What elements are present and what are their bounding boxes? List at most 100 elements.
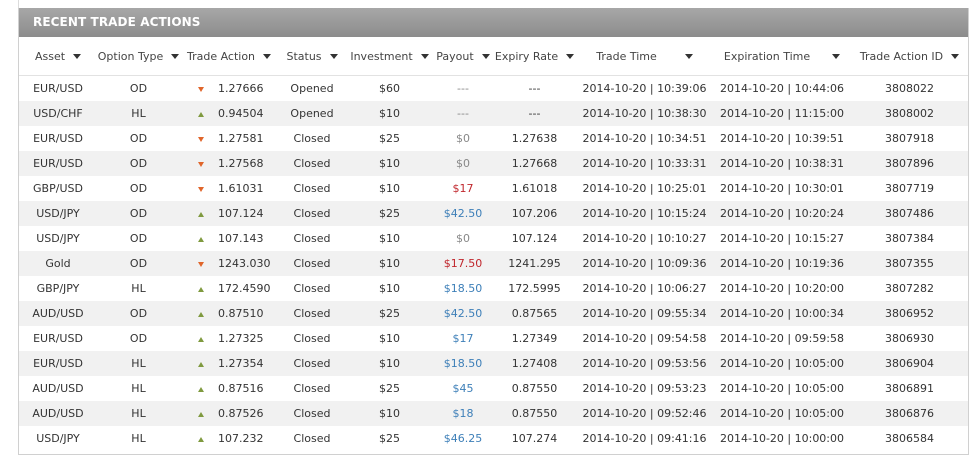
- asset-cell: EUR/USD: [19, 351, 97, 376]
- trade-time-cell: 2014-10-20 | 09:54:58: [576, 326, 713, 351]
- column-header-payout[interactable]: Payout: [433, 37, 493, 76]
- table-row[interactable]: USD/JPY HL 107.232 Closed $25 $46.25 107.274 20…: [19, 426, 968, 451]
- table-row[interactable]: USD/JPY OD 107.124 Closed $25 $42.50 107.206 20…: [19, 201, 968, 226]
- table-row[interactable]: USD/JPY OD 107.143 Closed $10 $0 107.124 2014-1…: [19, 226, 968, 251]
- trade-action-cell: 107.124: [180, 201, 278, 226]
- status-cell: Closed: [278, 201, 346, 226]
- option-type-cell: OD: [97, 326, 180, 351]
- investment-cell: $10: [346, 226, 433, 251]
- table-row[interactable]: EUR/USD OD 1.27568 Closed $10 $0 1.27668 2014-1…: [19, 151, 968, 176]
- trade-time-cell: 2014-10-20 | 10:15:24: [576, 201, 713, 226]
- trade-action-rate: 1243.030: [218, 257, 271, 270]
- table-row[interactable]: EUR/USD HL 1.27354 Closed $10 $18.50 1.27408 20…: [19, 351, 968, 376]
- arrow-up-icon: [198, 286, 204, 292]
- column-header-trade-action-id[interactable]: Trade Action ID: [851, 37, 968, 76]
- arrow-up-icon: [198, 436, 204, 442]
- trade-time-cell: 2014-10-20 | 10:10:27: [576, 226, 713, 251]
- payout-cell: $42.50: [433, 201, 493, 226]
- expiry-rate-cell: 172.5995: [493, 276, 576, 301]
- expiration-time-cell: 2014-10-20 | 10:38:31: [713, 151, 851, 176]
- column-header-asset[interactable]: Asset: [19, 37, 97, 76]
- arrow-up-icon: [198, 411, 204, 417]
- trade-time-cell: 2014-10-20 | 10:09:36: [576, 251, 713, 276]
- investment-cell: $10: [346, 351, 433, 376]
- table-row[interactable]: EUR/USD OD 1.27666 Opened $60 --- --- 2014-10-2…: [19, 75, 968, 101]
- column-header-expiry-rate[interactable]: Expiry Rate: [493, 37, 576, 76]
- trade-action-id-cell: 3806876: [851, 401, 968, 426]
- expiry-rate-cell: 1.27638: [493, 126, 576, 151]
- investment-cell: $25: [346, 376, 433, 401]
- table-row[interactable]: Gold OD 1243.030 Closed $10 $17.50 1241.295 201…: [19, 251, 968, 276]
- payout-cell: ---: [433, 75, 493, 101]
- table-row[interactable]: AUD/USD HL 0.87526 Closed $10 $18 0.87550 2014-…: [19, 401, 968, 426]
- trade-time-cell: 2014-10-20 | 09:55:34: [576, 301, 713, 326]
- expiration-time-cell: 2014-10-20 | 10:20:00: [713, 276, 851, 301]
- investment-cell: $25: [346, 126, 433, 151]
- trade-action-id-cell: 3807355: [851, 251, 968, 276]
- expiration-time-cell: 2014-10-20 | 10:05:00: [713, 376, 851, 401]
- asset-cell: GBP/USD: [19, 176, 97, 201]
- asset-cell: EUR/USD: [19, 126, 97, 151]
- trade-action-id-cell: 3807384: [851, 226, 968, 251]
- asset-cell: EUR/USD: [19, 326, 97, 351]
- trade-time-cell: 2014-10-20 | 10:39:06: [576, 75, 713, 101]
- option-type-cell: OD: [97, 176, 180, 201]
- status-cell: Closed: [278, 126, 346, 151]
- option-type-cell: OD: [97, 201, 180, 226]
- table-row[interactable]: AUD/USD HL 0.87516 Closed $25 $45 0.87550 2014-…: [19, 376, 968, 401]
- sort-caret-icon: [420, 54, 429, 59]
- trade-time-cell: 2014-10-20 | 09:53:23: [576, 376, 713, 401]
- expiration-time-cell: 2014-10-20 | 10:20:24: [713, 201, 851, 226]
- column-header-investment[interactable]: Investment: [346, 37, 433, 76]
- payout-cell: $17: [433, 176, 493, 201]
- investment-cell: $25: [346, 426, 433, 451]
- trade-time-cell: 2014-10-20 | 10:06:27: [576, 276, 713, 301]
- table-row[interactable]: AUD/USD OD 0.87510 Closed $25 $42.50 0.87565 20…: [19, 301, 968, 326]
- arrow-up-icon: [198, 211, 204, 217]
- trade-time-cell: 2014-10-20 | 10:34:51: [576, 126, 713, 151]
- trade-action-id-cell: 3806952: [851, 301, 968, 326]
- investment-cell: $10: [346, 326, 433, 351]
- arrow-up-icon: [198, 311, 204, 317]
- trade-action-cell: 1.27581: [180, 126, 278, 151]
- trade-action-id-cell: 3807719: [851, 176, 968, 201]
- arrow-down-icon: [198, 261, 204, 267]
- status-cell: Opened: [278, 101, 346, 126]
- sort-caret-icon: [566, 54, 575, 59]
- table-row[interactable]: GBP/USD OD 1.61031 Closed $10 $17 1.61018 2014-…: [19, 176, 968, 201]
- trade-action-cell: 1243.030: [180, 251, 278, 276]
- trade-action-id-cell: 3807896: [851, 151, 968, 176]
- status-cell: Closed: [278, 426, 346, 451]
- trade-action-rate: 1.27666: [218, 82, 264, 95]
- trade-action-rate: 0.87516: [218, 382, 264, 395]
- table-row[interactable]: EUR/USD OD 1.27581 Closed $25 $0 1.27638 2014-1…: [19, 126, 968, 151]
- column-header-trade-time[interactable]: Trade Time: [576, 37, 713, 76]
- table-row[interactable]: EUR/USD OD 1.27325 Closed $10 $17 1.27349 2014-…: [19, 326, 968, 351]
- trade-action-cell: 107.143: [180, 226, 278, 251]
- column-header-option-type[interactable]: Option Type: [97, 37, 180, 76]
- recent-trade-actions-panel: RECENT TRADE ACTIONS Asset Option Type T…: [18, 8, 969, 455]
- status-cell: Closed: [278, 151, 346, 176]
- asset-cell: USD/JPY: [19, 226, 97, 251]
- expiration-time-cell: 2014-10-20 | 10:30:01: [713, 176, 851, 201]
- table-row[interactable]: USD/CHF HL 0.94504 Opened $10 --- --- 2014-10-2…: [19, 101, 968, 126]
- investment-cell: $10: [346, 176, 433, 201]
- payout-cell: $0: [433, 126, 493, 151]
- trade-action-cell: 0.87526: [180, 401, 278, 426]
- expiry-rate-cell: 0.87565: [493, 301, 576, 326]
- table-row[interactable]: GBP/JPY HL 172.4590 Closed $10 $18.50 172.5995…: [19, 276, 968, 301]
- expiry-rate-cell: 0.87550: [493, 401, 576, 426]
- asset-cell: Gold: [19, 251, 97, 276]
- expiration-time-cell: 2014-10-20 | 10:15:27: [713, 226, 851, 251]
- trade-action-id-cell: 3807486: [851, 201, 968, 226]
- column-header-expiration-time[interactable]: Expiration Time: [713, 37, 851, 76]
- column-header-status[interactable]: Status: [278, 37, 346, 76]
- trade-action-id-cell: 3806891: [851, 376, 968, 401]
- status-cell: Closed: [278, 276, 346, 301]
- option-type-cell: HL: [97, 401, 180, 426]
- status-cell: Closed: [278, 351, 346, 376]
- option-type-cell: OD: [97, 226, 180, 251]
- column-header-trade-action[interactable]: Trade Action: [180, 37, 278, 76]
- option-type-cell: HL: [97, 351, 180, 376]
- expiry-rate-cell: ---: [493, 75, 576, 101]
